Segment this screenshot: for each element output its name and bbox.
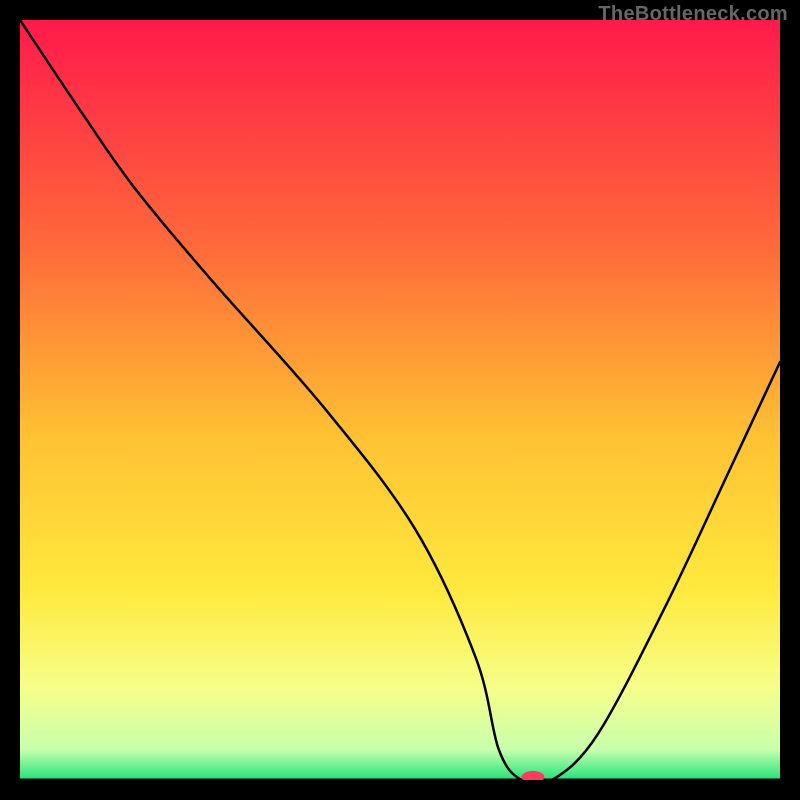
chart-svg (20, 20, 780, 780)
chart-frame: TheBottleneck.com (0, 0, 800, 800)
plot-background (20, 20, 780, 780)
